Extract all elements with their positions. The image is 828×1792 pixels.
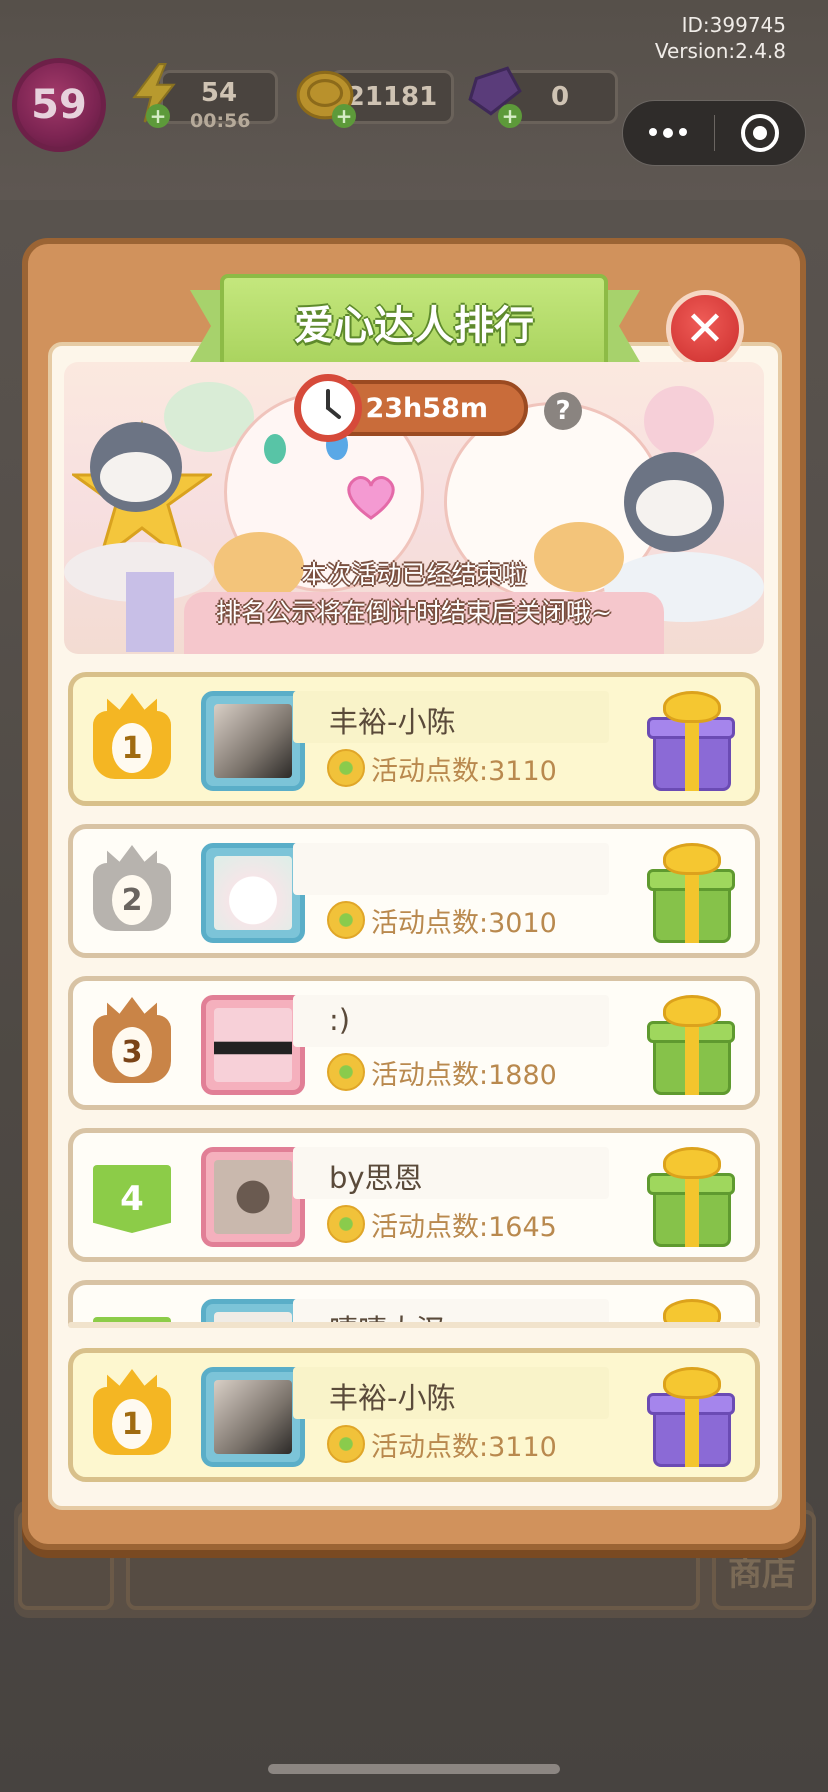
heart-balloon-decoration: [644, 386, 714, 456]
player-name: 丰裕-小陈: [329, 705, 456, 739]
heart-icon: [347, 476, 395, 520]
rank-number: 2: [112, 875, 152, 925]
shop-label: 商店: [728, 1554, 796, 1594]
purple-gift-icon[interactable]: [647, 691, 735, 795]
version-text: Version:2.4.8: [654, 39, 786, 63]
exit-button[interactable]: [715, 100, 806, 166]
activity-points: 活动点数:1645: [371, 1212, 557, 1243]
ranking-list[interactable]: 1 丰裕-小陈 活动点数:3110 2 活动点数:3010 3:) 活动点数:…: [60, 660, 770, 1326]
purple-gift-icon[interactable]: [647, 1367, 735, 1471]
rank-number: 1: [112, 723, 152, 773]
bronze-crown-medal-icon: 3: [87, 993, 177, 1093]
target-close-icon: [740, 114, 779, 152]
ranking-row-1: 1 丰裕-小陈 活动点数:3110: [68, 672, 760, 806]
my-rank-row: 1 丰裕-小陈 活动点数:3110: [68, 1348, 760, 1482]
list-divider: [68, 1322, 760, 1328]
player-name: 丰裕-小陈: [329, 1381, 456, 1415]
cat-eye-green: [264, 434, 286, 464]
coin-value: 21181: [346, 82, 438, 112]
notice-line-2: 排名公示将在倒计时结束后关闭哦~: [216, 598, 612, 627]
modal-title: 爱心达人排行: [294, 303, 534, 349]
more-dots-icon: [649, 128, 688, 138]
player-name: by思恩: [329, 1161, 423, 1195]
green-gift-icon[interactable]: [647, 843, 735, 947]
avatar[interactable]: [201, 1367, 305, 1467]
flower-point-icon: [327, 901, 365, 939]
grey-cat-right-face: [636, 480, 712, 536]
ranking-row-4: 4 by思恩 活动点数:1645: [68, 1128, 760, 1262]
account-info: ID:399745 Version:2.4.8: [655, 12, 786, 64]
user-id-text: ID:399745: [681, 13, 786, 37]
level-badge[interactable]: 59: [12, 58, 106, 152]
flower-point-icon: [327, 1205, 365, 1243]
avatar[interactable]: [201, 843, 305, 943]
green-gift-icon[interactable]: [647, 1147, 735, 1251]
avatar[interactable]: [201, 691, 305, 791]
player-name: :): [329, 1003, 351, 1037]
clock-icon: [294, 374, 362, 442]
green-flag-rank-icon: 4: [87, 1145, 177, 1245]
flower-point-icon: [327, 1053, 365, 1091]
avatar[interactable]: [201, 1147, 305, 1247]
help-button[interactable]: ?: [544, 392, 582, 430]
rank-number: 1: [112, 1399, 152, 1449]
flower-point-icon: [327, 749, 365, 787]
avatar[interactable]: [201, 995, 305, 1095]
activity-points: 活动点数:3010: [371, 908, 557, 939]
mini-program-capsule: [622, 100, 806, 166]
flower-point-icon: [327, 1425, 365, 1463]
more-button[interactable]: [623, 100, 714, 166]
grey-cat-left-face: [100, 452, 172, 502]
ranking-row-5: 嘻嘻大汉: [68, 1280, 760, 1326]
activity-points: 活动点数:1880: [371, 1060, 557, 1091]
add-coins-icon[interactable]: +: [332, 104, 356, 128]
level-number: 59: [31, 82, 87, 128]
add-gems-icon[interactable]: +: [498, 104, 522, 128]
ranking-row-2: 2 活动点数:3010: [68, 824, 760, 958]
gold-crown-medal-icon: 1: [87, 689, 177, 789]
activity-points: 活动点数:3110: [371, 756, 557, 787]
add-energy-icon[interactable]: +: [146, 104, 170, 128]
name-background: [293, 843, 609, 895]
green-gift-icon[interactable]: [647, 995, 735, 1099]
rank-number: 4: [120, 1179, 144, 1219]
event-ended-notice: 本次活动已经结束啦 排名公示将在倒计时结束后关闭哦~: [64, 556, 764, 632]
activity-points: 活动点数:3110: [371, 1432, 557, 1463]
close-icon: ✕: [684, 301, 726, 357]
help-icon: ?: [555, 396, 571, 426]
energy-value: 54: [200, 78, 238, 108]
energy-timer: 00:56: [190, 110, 251, 132]
title-banner: 爱心达人排行: [220, 274, 608, 370]
notice-line-1: 本次活动已经结束啦: [301, 560, 527, 589]
silver-crown-medal-icon: 2: [87, 841, 177, 941]
gem-value: 0: [550, 82, 570, 112]
rank-number: 3: [112, 1027, 152, 1077]
gold-crown-medal-icon: 1: [87, 1365, 177, 1465]
ranking-row-3: 3 :) 活动点数:1880: [68, 976, 760, 1110]
countdown-value: 23h58m: [365, 392, 488, 424]
close-button[interactable]: ✕: [666, 290, 744, 368]
home-indicator: [268, 1764, 560, 1774]
